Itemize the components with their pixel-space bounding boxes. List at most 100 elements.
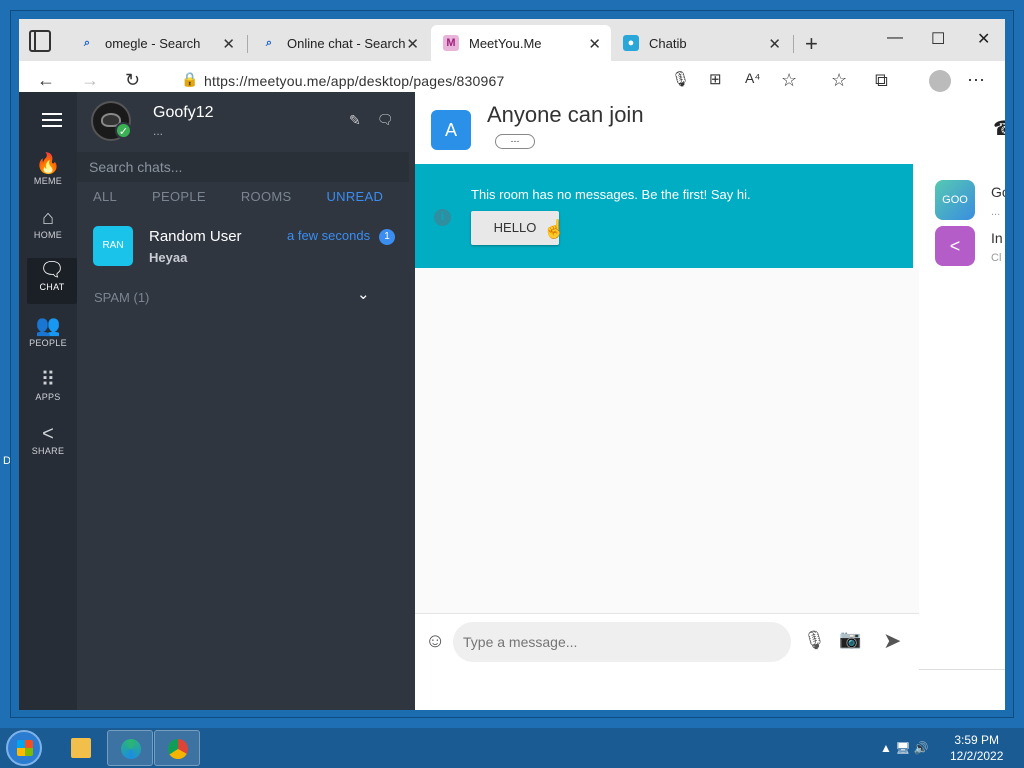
forward-icon[interactable]: → bbox=[81, 70, 99, 91]
chat-name: Random User bbox=[149, 228, 242, 245]
chat-filters: ALL PEOPLE ROOMS UNREAD bbox=[93, 189, 383, 204]
camera-icon[interactable]: 📷 bbox=[839, 629, 861, 650]
system-tray[interactable]: ▲ 🖥 🔊 bbox=[880, 741, 929, 755]
file-explorer-button[interactable] bbox=[58, 730, 104, 766]
window-close-icon[interactable]: ✕ bbox=[977, 29, 990, 49]
minimize-icon[interactable]: — bbox=[887, 29, 903, 47]
tab-meetyou[interactable]: M MeetYou.Me ✕ bbox=[431, 25, 611, 61]
menu-icon[interactable] bbox=[42, 113, 62, 115]
clock-time: 3:59 PM bbox=[954, 733, 1000, 747]
browser-window: ⌕ omegle - Search ✕ ⌕ Online chat - Sear… bbox=[10, 10, 1014, 718]
nav-rail: 🔥 MEME ⌂ HOME 🗨 CHAT 👥 PEOPLE ⠿ APPS < S… bbox=[19, 92, 77, 710]
rail-label: SHARE bbox=[31, 446, 65, 456]
favorite-add-icon[interactable]: ☆ bbox=[781, 70, 797, 91]
side-list: GOO Go ... < In Cl bbox=[919, 164, 1005, 670]
room-view: A Anyone can join --- ☎ i This room has … bbox=[415, 92, 1005, 710]
folder-icon bbox=[71, 738, 91, 758]
room-avatar: A bbox=[431, 110, 471, 150]
rail-item-chat[interactable]: 🗨 CHAT bbox=[27, 258, 77, 304]
online-check-icon: ✓ bbox=[115, 122, 132, 139]
extension-icon[interactable]: ⊞ bbox=[709, 70, 722, 88]
back-icon[interactable]: ← bbox=[37, 70, 55, 91]
close-icon[interactable]: ✕ bbox=[406, 35, 419, 53]
microphone-icon[interactable]: 🎙 bbox=[671, 70, 690, 88]
start-button[interactable] bbox=[6, 730, 42, 766]
chat-list-panel: ✓ Goofy12 ... ✎ 🗨 Search chats... ALL PE… bbox=[77, 92, 409, 710]
send-icon[interactable]: ➤ bbox=[883, 628, 901, 654]
chevron-down-icon[interactable]: ⌄ bbox=[357, 285, 370, 303]
list-item[interactable]: RAN Random User Heyaa a few seconds 1 bbox=[77, 216, 409, 276]
avatar[interactable]: GOO bbox=[935, 180, 975, 220]
side-item-name[interactable]: In bbox=[991, 230, 1003, 246]
close-icon[interactable]: ✕ bbox=[222, 35, 235, 53]
close-icon[interactable]: ✕ bbox=[588, 35, 601, 53]
chatib-icon: ● bbox=[623, 35, 639, 51]
composer: ☺ 🎙 📷 ➤ bbox=[415, 613, 919, 710]
chat-time: a few seconds bbox=[287, 228, 371, 243]
edge-button[interactable] bbox=[107, 730, 153, 766]
chrome-button[interactable] bbox=[154, 730, 200, 766]
meetyou-icon: M bbox=[443, 35, 459, 51]
edit-icon[interactable]: ✎ bbox=[349, 112, 361, 129]
tab-actions-icon[interactable] bbox=[29, 30, 51, 52]
clock[interactable]: 3:59 PM 12/2/2022 bbox=[950, 732, 1003, 764]
share-icon[interactable]: < bbox=[935, 226, 975, 266]
tab-label: Chatib bbox=[649, 35, 687, 51]
favorites-icon[interactable]: ☆ bbox=[831, 70, 847, 91]
rail-label: MEME bbox=[33, 176, 63, 186]
rail-item-share[interactable]: < SHARE bbox=[19, 422, 77, 468]
spam-section[interactable]: SPAM (1) bbox=[94, 290, 149, 305]
refresh-icon[interactable]: ↻ bbox=[125, 70, 140, 91]
new-message-icon[interactable]: 🗨 bbox=[377, 112, 394, 128]
rail-item-meme[interactable]: 🔥 MEME bbox=[19, 152, 77, 198]
search-icon: ⌕ bbox=[83, 36, 91, 49]
rail-item-people[interactable]: 👥 PEOPLE bbox=[19, 314, 77, 360]
edge-icon bbox=[121, 739, 141, 759]
tab-chatib[interactable]: ● Chatib ✕ bbox=[611, 25, 791, 61]
new-tab-icon[interactable]: + bbox=[805, 31, 818, 57]
tab-label: omegle - Search bbox=[105, 35, 201, 51]
message-input[interactable] bbox=[453, 622, 791, 662]
url-field[interactable]: https://meetyou.me/app/desktop/pages/830… bbox=[204, 73, 504, 89]
collections-icon[interactable]: ⧉ bbox=[875, 70, 888, 91]
filter-rooms[interactable]: ROOMS bbox=[241, 189, 292, 204]
people-icon: 👥 bbox=[35, 315, 61, 337]
tab-strip: ⌕ omegle - Search ✕ ⌕ Online chat - Sear… bbox=[19, 19, 1005, 61]
rail-label: CHAT bbox=[39, 282, 65, 292]
page-title: Anyone can join bbox=[487, 102, 644, 127]
phone-icon[interactable]: ☎ bbox=[993, 116, 1005, 141]
tab-label: MeetYou.Me bbox=[469, 35, 542, 51]
tab-online-chat-search[interactable]: ⌕ Online chat - Search ✕ bbox=[249, 25, 429, 61]
hand-cursor-icon: ☝ bbox=[543, 219, 566, 239]
search-icon: ⌕ bbox=[265, 36, 273, 49]
tab-omegle-search[interactable]: ⌕ omegle - Search ✕ bbox=[67, 25, 245, 61]
messages-area bbox=[415, 268, 919, 613]
profile-status: ... bbox=[153, 124, 164, 138]
rail-item-apps[interactable]: ⠿ APPS bbox=[19, 368, 77, 414]
info-icon: i bbox=[434, 209, 451, 226]
apps-icon: ⠿ bbox=[40, 369, 56, 391]
share-icon: < bbox=[42, 423, 54, 445]
profile-name: Goofy12 bbox=[153, 104, 214, 121]
rail-item-home[interactable]: ⌂ HOME bbox=[19, 206, 77, 252]
emoji-icon[interactable]: ☺ bbox=[425, 630, 445, 653]
side-item-name[interactable]: Go bbox=[991, 184, 1005, 200]
taskbar: ▲ 🖥 🔊 3:59 PM 12/2/2022 bbox=[0, 728, 1024, 768]
rail-label: APPS bbox=[35, 392, 61, 402]
filter-all[interactable]: ALL bbox=[93, 189, 117, 204]
close-icon[interactable]: ✕ bbox=[768, 35, 781, 53]
maximize-icon[interactable]: ☐ bbox=[931, 29, 945, 49]
filter-people[interactable]: PEOPLE bbox=[152, 189, 206, 204]
microphone-icon[interactable]: 🎙 bbox=[803, 630, 826, 651]
room-pill[interactable]: --- bbox=[495, 134, 535, 149]
unread-badge: 1 bbox=[379, 229, 395, 245]
more-icon[interactable]: ⋯ bbox=[967, 70, 985, 91]
flame-icon: 🔥 bbox=[35, 153, 61, 175]
profile-avatar[interactable] bbox=[929, 70, 951, 92]
chat-icon: 🗨 bbox=[39, 259, 65, 281]
tab-label: Online chat - Search bbox=[287, 35, 406, 51]
lock-icon[interactable]: 🔒 bbox=[181, 71, 198, 88]
search-chats-input[interactable]: Search chats... bbox=[77, 152, 409, 182]
read-aloud-icon[interactable]: A⁴ bbox=[745, 70, 760, 86]
filter-unread[interactable]: UNREAD bbox=[326, 189, 383, 204]
